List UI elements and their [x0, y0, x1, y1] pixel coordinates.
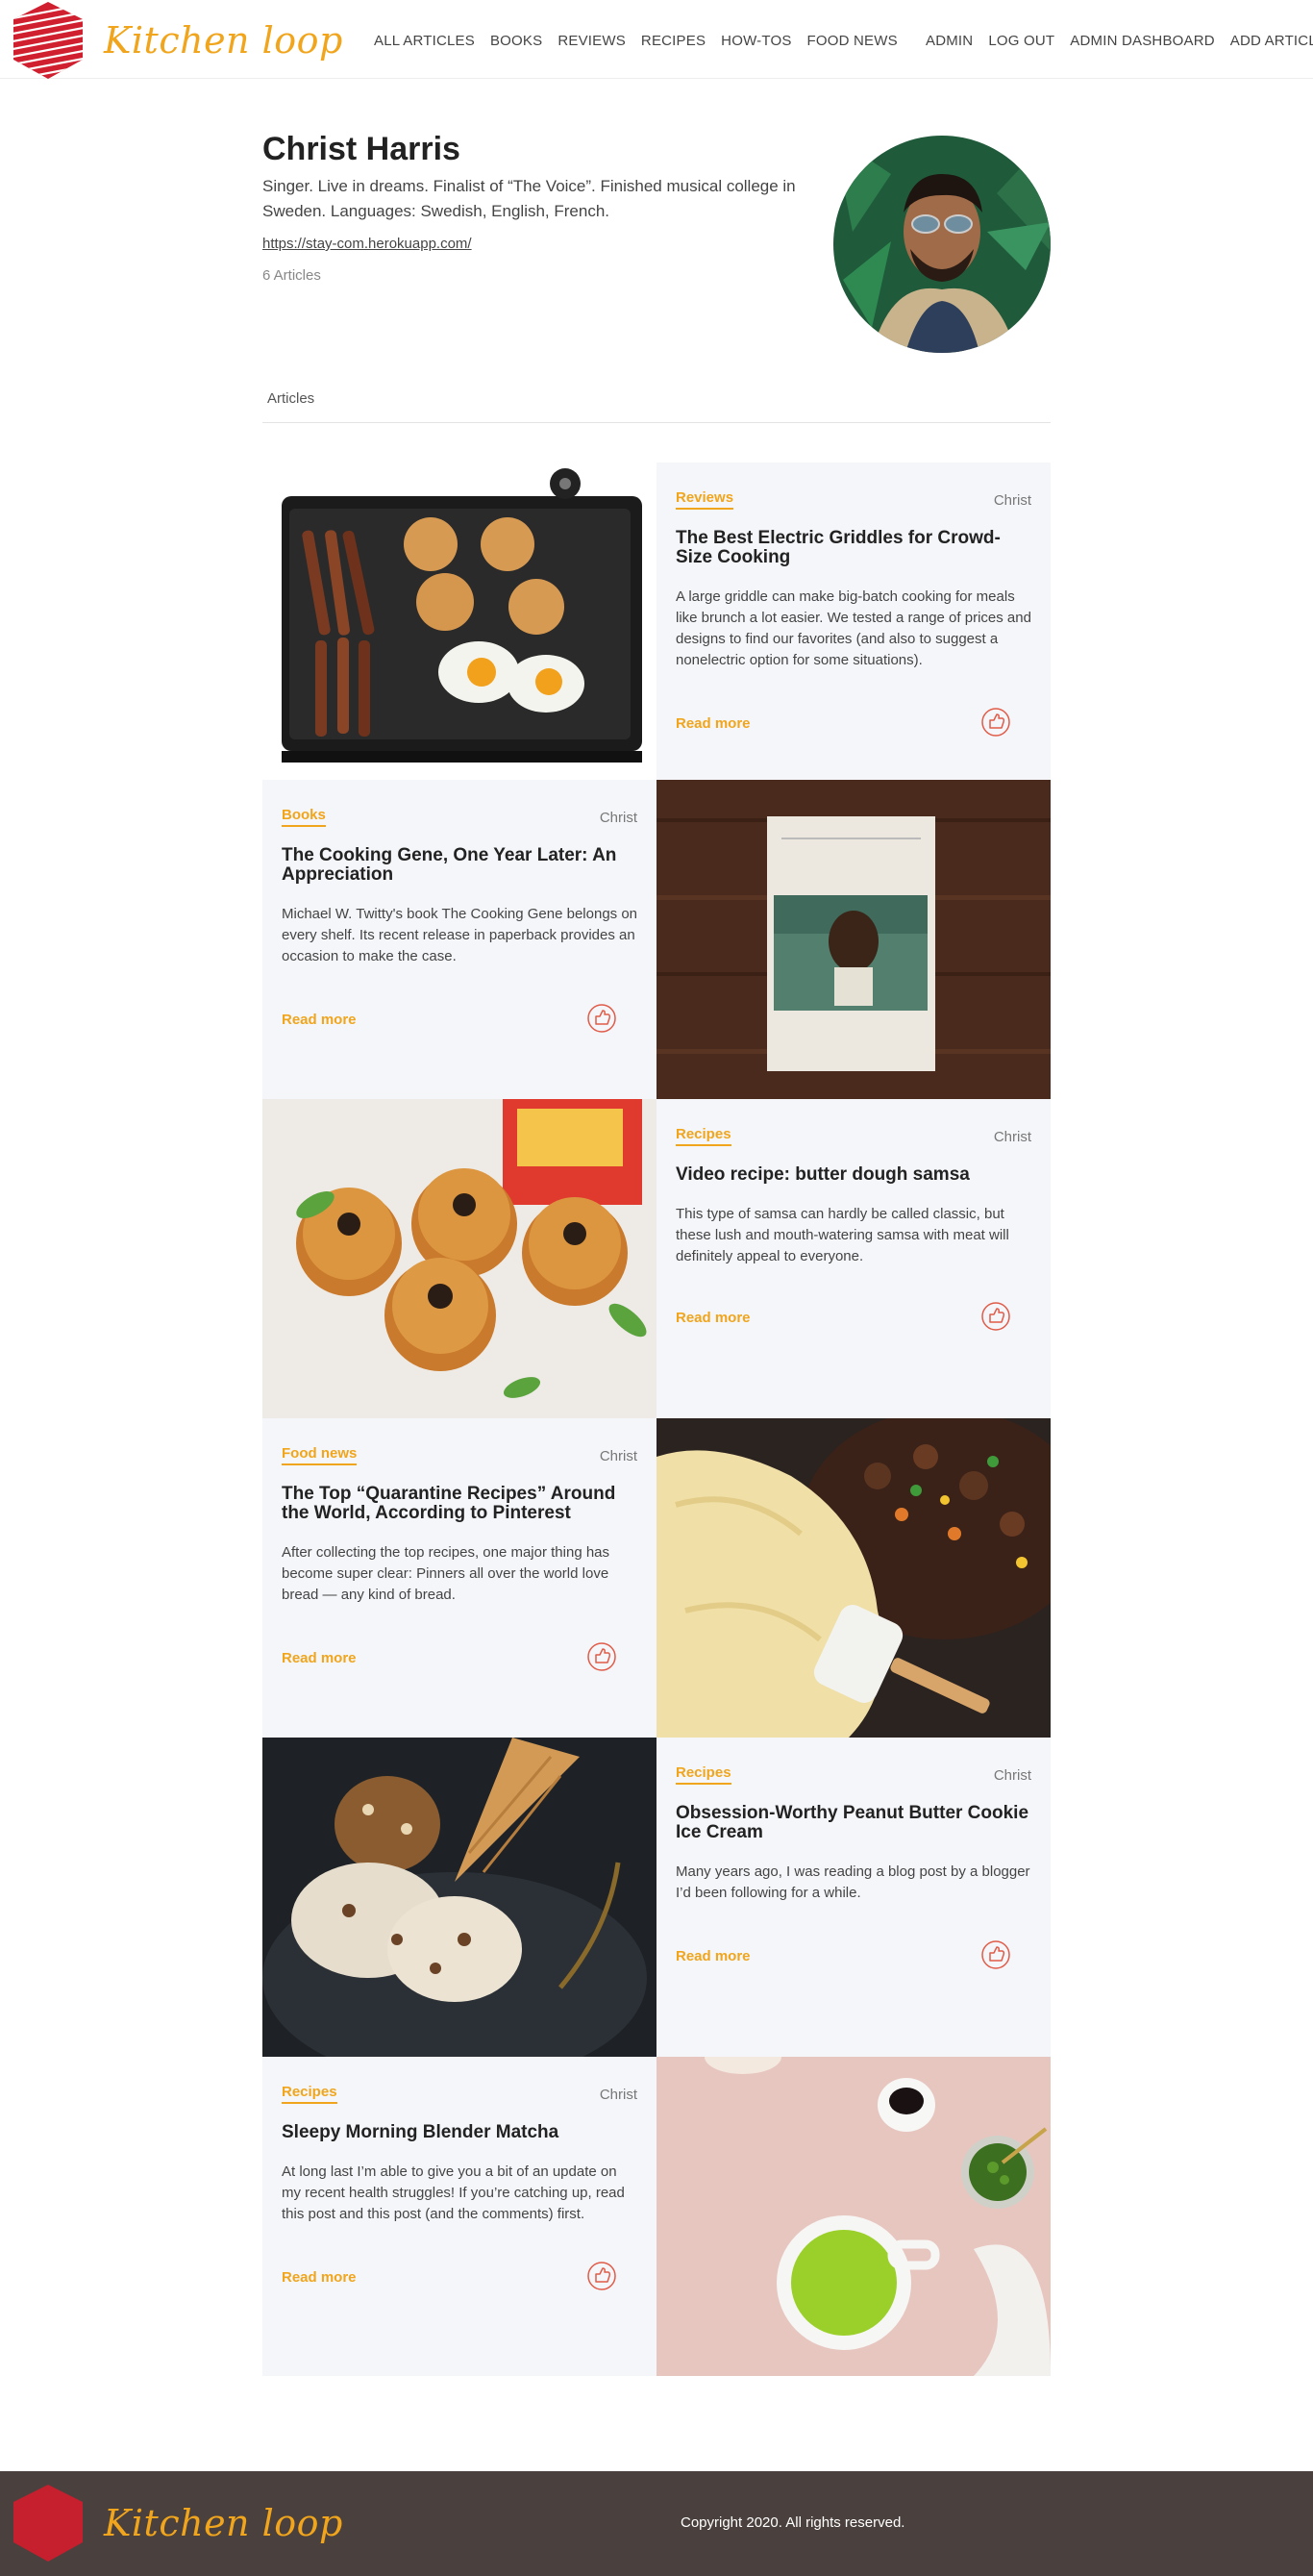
- samsa-buns-photo: [262, 1099, 656, 1418]
- logo-mark-icon: [13, 2, 83, 79]
- nav-books[interactable]: BOOKS: [490, 33, 542, 49]
- mashed-potato-pie-photo: [656, 1418, 1051, 1738]
- article-content: Books Christ The Cooking Gene, One Year …: [262, 780, 656, 1099]
- article-excerpt: After collecting the top recipes, one ma…: [282, 1544, 610, 1603]
- article-excerpt: This type of samsa can hardly be called …: [676, 1206, 1009, 1264]
- article-title[interactable]: The Cooking Gene, One Year Later: An App…: [282, 846, 637, 885]
- article-card: Recipes Christ Sleepy Morning Blender Ma…: [262, 2057, 1051, 2376]
- article-content: Recipes Christ Sleepy Morning Blender Ma…: [262, 2057, 656, 2376]
- matcha-drink-photo: [656, 2057, 1051, 2376]
- article-title[interactable]: Obsession-Worthy Peanut Butter Cookie Ic…: [676, 1804, 1031, 1842]
- article-author: Christ: [599, 810, 637, 826]
- read-more-link[interactable]: Read more: [676, 1948, 751, 1964]
- article-category[interactable]: Food news: [282, 1445, 358, 1465]
- article-content: Recipes Christ Video recipe: butter doug…: [656, 1099, 1051, 1418]
- ice-cream-cone-photo: [262, 1738, 656, 2057]
- like-hand-icon[interactable]: [585, 2260, 618, 2292]
- footer-logo[interactable]: Kitchen loop: [8, 2483, 343, 2563]
- article-author: Christ: [993, 1129, 1031, 1145]
- footer-logo-text: Kitchen loop: [104, 2502, 343, 2544]
- copyright-text: Copyright 2020. All rights reserved.: [681, 2514, 905, 2531]
- profile-tabs: Articles: [262, 381, 1051, 423]
- article-title[interactable]: Sleepy Morning Blender Matcha: [282, 2123, 637, 2142]
- article-title[interactable]: The Best Electric Griddles for Crowd-Siz…: [676, 529, 1031, 567]
- article-category[interactable]: Recipes: [676, 1126, 731, 1146]
- nav-admin-dashboard[interactable]: ADMIN DASHBOARD: [1070, 33, 1215, 49]
- nav-add-article[interactable]: ADD ARTICLE: [1230, 33, 1313, 49]
- article-author: Christ: [993, 1767, 1031, 1784]
- article-card: Recipes Christ Obsession-Worthy Peanut B…: [262, 1738, 1051, 2057]
- article-card: Reviews Christ The Best Electric Griddle…: [262, 463, 1051, 780]
- user-nav: ADMIN LOG OUT ADMIN DASHBOARD ADD ARTICL…: [926, 33, 1313, 49]
- article-excerpt: A large griddle can make big-batch cooki…: [676, 588, 1031, 668]
- read-more-link[interactable]: Read more: [282, 1650, 357, 1666]
- article-image[interactable]: [262, 463, 656, 780]
- tab-articles[interactable]: Articles: [267, 390, 314, 407]
- site-footer: Kitchen loop Copyright 2020. All rights …: [0, 2471, 1313, 2576]
- article-excerpt: Many years ago, I was reading a blog pos…: [676, 1863, 1030, 1901]
- article-excerpt: Michael W. Twitty's book The Cooking Gen…: [282, 906, 638, 964]
- article-image[interactable]: [656, 2057, 1051, 2376]
- article-title[interactable]: Video recipe: butter dough samsa: [676, 1165, 1031, 1185]
- like-hand-icon[interactable]: [979, 1300, 1012, 1333]
- nav-all-articles[interactable]: ALL ARTICLES: [374, 33, 475, 49]
- nav-food-news[interactable]: FOOD NEWS: [807, 33, 898, 49]
- logo-text: Kitchen loop: [104, 19, 343, 62]
- article-category[interactable]: Reviews: [676, 489, 734, 510]
- nav-recipes[interactable]: RECIPES: [641, 33, 706, 49]
- article-title[interactable]: The Top “Quarantine Recipes” Around the …: [282, 1485, 637, 1523]
- nav-admin[interactable]: ADMIN: [926, 33, 973, 49]
- article-content: Recipes Christ Obsession-Worthy Peanut B…: [656, 1738, 1051, 2057]
- article-card: Food news Christ The Top “Quarantine Rec…: [262, 1418, 1051, 1738]
- article-content: Food news Christ The Top “Quarantine Rec…: [262, 1418, 656, 1738]
- like-hand-icon[interactable]: [979, 706, 1012, 738]
- article-image[interactable]: [656, 1418, 1051, 1738]
- article-author: Christ: [599, 1448, 637, 1464]
- author-profile: Christ Harris Singer. Live in dreams. Fi…: [262, 131, 1051, 419]
- read-more-link[interactable]: Read more: [676, 1310, 751, 1326]
- article-category[interactable]: Recipes: [282, 2084, 337, 2104]
- article-card: Books Christ The Cooking Gene, One Year …: [262, 780, 1051, 1099]
- article-category[interactable]: Books: [282, 807, 326, 827]
- article-image[interactable]: [262, 1738, 656, 2057]
- site-header: Kitchen loop ALL ARTICLES BOOKS REVIEWS …: [0, 0, 1313, 79]
- nav-log-out[interactable]: LOG OUT: [988, 33, 1054, 49]
- article-content: Reviews Christ The Best Electric Griddle…: [656, 463, 1051, 780]
- article-grid: Reviews Christ The Best Electric Griddle…: [262, 463, 1051, 2376]
- main-nav: ALL ARTICLES BOOKS REVIEWS RECIPES HOW-T…: [374, 33, 898, 49]
- logo-mark-icon: [13, 2485, 83, 2562]
- site-logo[interactable]: Kitchen loop: [8, 0, 343, 81]
- nav-how-tos[interactable]: HOW-TOS: [721, 33, 791, 49]
- read-more-link[interactable]: Read more: [282, 2269, 357, 2286]
- author-bio: Singer. Live in dreams. Finalist of “The…: [262, 177, 796, 220]
- article-excerpt: At long last I’m able to give you a bit …: [282, 2163, 625, 2222]
- read-more-link[interactable]: Read more: [282, 1012, 357, 1028]
- article-author: Christ: [599, 2087, 637, 2103]
- article-card: Recipes Christ Video recipe: butter doug…: [262, 1099, 1051, 1418]
- electric-griddle-photo: [262, 463, 656, 780]
- like-hand-icon[interactable]: [979, 1938, 1012, 1971]
- nav-reviews[interactable]: REVIEWS: [557, 33, 626, 49]
- author-avatar: [833, 136, 1051, 353]
- like-hand-icon[interactable]: [585, 1640, 618, 1673]
- article-author: Christ: [993, 492, 1031, 509]
- article-category[interactable]: Recipes: [676, 1764, 731, 1785]
- article-image[interactable]: [262, 1099, 656, 1418]
- cooking-gene-book-photo: [656, 780, 1051, 1099]
- read-more-link[interactable]: Read more: [676, 715, 751, 732]
- article-image[interactable]: [656, 780, 1051, 1099]
- like-hand-icon[interactable]: [585, 1002, 618, 1035]
